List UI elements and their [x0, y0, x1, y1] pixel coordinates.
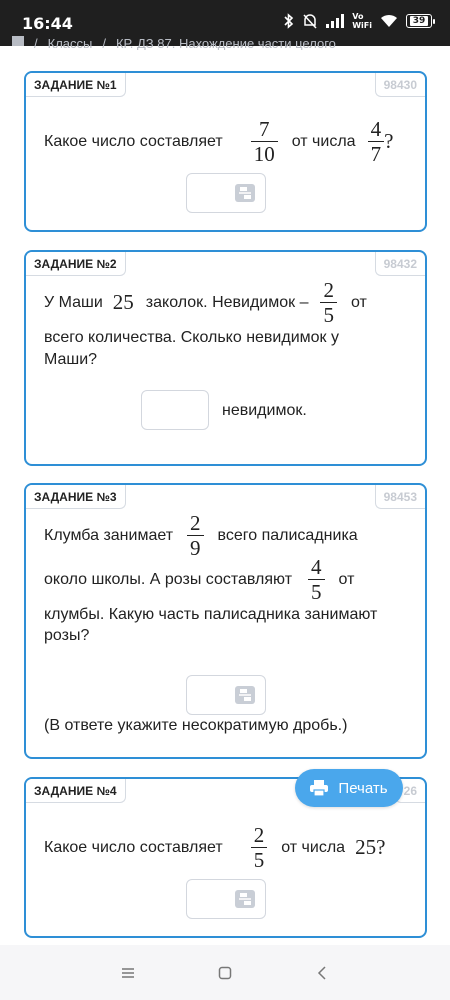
task-card-1: ЗАДАНИЕ №1 98430 Какое число составляет …	[24, 71, 427, 232]
task-card-2: ЗАДАНИЕ №2 98432 У Маши 25 заколок. Неви…	[24, 250, 427, 466]
fraction-icon[interactable]	[235, 184, 255, 202]
alarm-off-icon	[303, 14, 317, 29]
task-label: ЗАДАНИЕ №2	[26, 252, 126, 276]
task-card-3: ЗАДАНИЕ №3 98453 Клумба занимает 29 всег…	[24, 483, 427, 759]
back-button[interactable]	[302, 953, 342, 993]
fraction: 7 10	[250, 117, 278, 166]
vowifi-icon: Vo WiFi	[352, 12, 372, 30]
task-note: (В ответе укажите несократимую дробь.)	[44, 717, 348, 734]
fraction: 45	[308, 555, 325, 604]
task-id: 98453	[374, 485, 425, 509]
fraction: 47	[367, 117, 385, 166]
task-label: ЗАДАНИЕ №1	[26, 73, 126, 97]
task-id: 98432	[374, 252, 425, 276]
answer-input[interactable]	[186, 879, 266, 919]
bluetooth-icon	[284, 13, 294, 29]
task-question-line-4: розы?	[44, 627, 90, 644]
fraction: 25	[250, 823, 268, 872]
fraction-icon[interactable]	[235, 890, 255, 908]
task-question-line-3: Маши?	[44, 351, 98, 368]
task-question-line-2: всего количества. Сколько невидимок у	[44, 329, 339, 346]
breadcrumb: / Классы / КР. ДЗ 87. Нахождение части ц…	[0, 30, 450, 50]
menu-icon	[122, 967, 135, 978]
answer-input[interactable]	[186, 675, 266, 715]
home-icon[interactable]	[12, 36, 24, 46]
home-button[interactable]	[205, 953, 245, 993]
print-button-label: Печать	[338, 779, 388, 797]
fraction-icon[interactable]	[235, 686, 255, 704]
recent-apps-button[interactable]	[108, 953, 148, 993]
answer-input[interactable]	[186, 173, 266, 213]
signal-icon	[326, 14, 345, 28]
task-question-line-1: У Маши 25 заколок. Невидимок – 25 от	[44, 278, 367, 327]
breadcrumb-page: КР. ДЗ 87. Нахождение части целого	[115, 36, 336, 50]
printer-icon	[310, 780, 329, 796]
task-label: ЗАДАНИЕ №3	[26, 485, 126, 509]
square-icon	[218, 966, 232, 979]
print-button[interactable]: Печать	[295, 769, 403, 807]
task-question: Какое число составляет 7 10 от числа 47 ?	[44, 117, 394, 166]
status-icons: Vo WiFi 39	[284, 12, 435, 30]
task-question-line-1: Клумба занимает 29 всего палисадника	[44, 511, 358, 560]
chevron-left-icon	[317, 965, 326, 980]
answer-unit: невидимок.	[222, 402, 307, 419]
breadcrumb-classes[interactable]: Классы	[48, 36, 93, 50]
fraction: 29	[187, 511, 204, 560]
task-question-line-3: клумбы. Какую часть палисадника занимают	[44, 606, 378, 623]
task-question-line-2: около школы. А розы составляют 45 от	[44, 555, 355, 604]
task-label: ЗАДАНИЕ №4	[26, 779, 126, 803]
wifi-icon	[381, 14, 397, 27]
answer-input[interactable]	[141, 390, 209, 430]
fraction: 25	[320, 278, 337, 327]
system-nav-bar	[0, 945, 450, 1000]
task-id: 98430	[374, 73, 425, 97]
battery-icon: 39	[406, 14, 435, 28]
task-question: Какое число составляет 25 от числа 25 ?	[44, 823, 386, 872]
